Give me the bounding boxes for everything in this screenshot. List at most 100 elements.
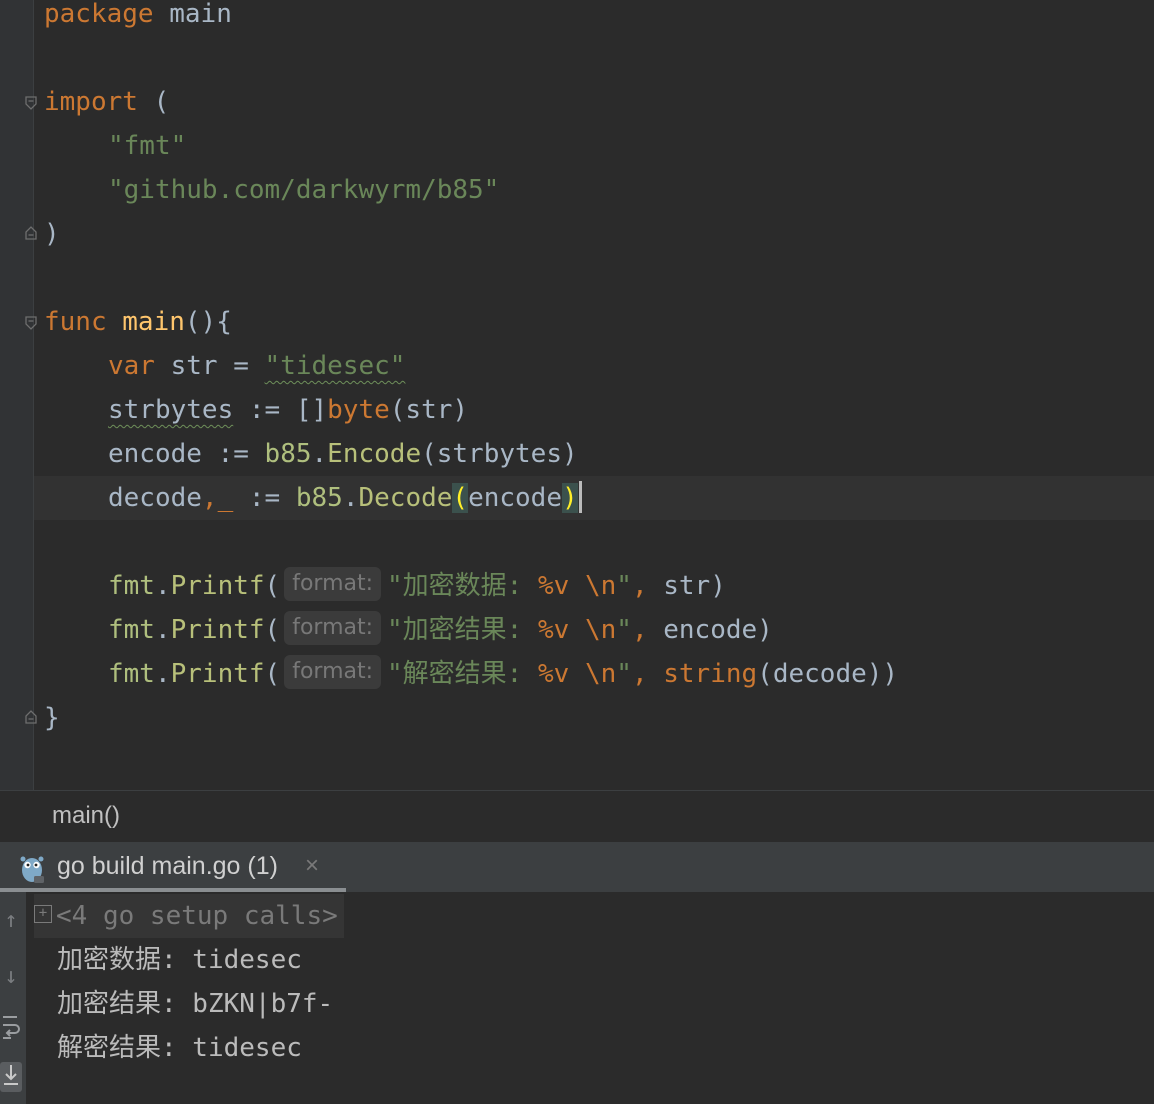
collapsed-setup-calls[interactable]: + <4 go setup calls> <box>34 894 344 938</box>
method-call: Decode <box>358 483 453 513</box>
parameter-hint: format: <box>284 610 382 645</box>
paren: ( <box>264 659 281 689</box>
arrow-down-icon[interactable]: ↓ <box>0 962 22 992</box>
expand-icon[interactable]: + <box>34 904 52 923</box>
parameter-hint: format: <box>284 566 382 601</box>
method-call: Encode <box>327 439 422 469</box>
dot: . <box>154 571 171 601</box>
package-name: fmt <box>108 571 155 601</box>
function-name: main <box>122 307 185 337</box>
escape-sequence: \n <box>584 615 617 645</box>
comma: , <box>631 659 648 689</box>
arguments: (decode)) <box>757 659 899 689</box>
run-console[interactable]: ↑ ↓ + <4 go setup calls> 加密数据: tidesec 加密… <box>0 892 1154 1104</box>
code-line-8: func main(){ <box>44 300 232 344</box>
string-literal: " <box>616 615 632 645</box>
format-verb: %v <box>538 615 570 645</box>
code-editor[interactable]: package main import ( "fmt" "github.com/… <box>0 0 1154 790</box>
string-literal: "github.com/darkwyrm/b85" <box>108 175 500 205</box>
paren: ( <box>264 571 281 601</box>
code-line-5: "github.com/darkwyrm/b85" <box>108 168 499 212</box>
arguments: (str) <box>389 395 469 425</box>
console-output-line: 解密结果: tidesec <box>57 1033 302 1063</box>
dot: . <box>154 659 171 689</box>
string-literal: "加密数据: <box>387 571 538 601</box>
keyword: func <box>44 307 107 337</box>
matched-paren: ) <box>561 483 578 513</box>
setup-calls-label: <4 go setup calls> <box>56 901 338 931</box>
method-call: Printf <box>170 571 265 601</box>
operator: := <box>201 439 265 469</box>
format-verb: %v <box>538 659 570 689</box>
identifier: str = <box>154 351 265 381</box>
dot: . <box>342 483 359 513</box>
matched-paren: ( <box>452 483 469 513</box>
dot: . <box>311 439 328 469</box>
code-line-16: fmt.Printf(format: "解密结果: %v \n", string(… <box>108 652 898 696</box>
operator: := <box>233 483 296 513</box>
scroll-to-end-icon[interactable] <box>0 1062 22 1092</box>
package-name: fmt <box>108 659 155 689</box>
arrow-up-icon[interactable]: ↑ <box>0 906 22 936</box>
code-line-1: package main <box>44 0 232 36</box>
punctuation: ( <box>137 87 170 117</box>
typo-string: "tidesec" <box>264 351 406 381</box>
comma: , <box>201 483 218 513</box>
fold-import-icon[interactable] <box>25 96 37 110</box>
variable: encode <box>108 439 202 469</box>
method-call: Printf <box>170 659 265 689</box>
run-tab-label[interactable]: go build main.go (1) <box>57 842 278 890</box>
package-name: fmt <box>108 615 155 645</box>
package-name: b85 <box>295 483 343 513</box>
code-line-11: encode := b85.Encode(strbytes) <box>108 432 578 476</box>
code-line-14: fmt.Printf(format: "加密数据: %v \n", str) <box>108 564 726 608</box>
console-toolbar: ↑ ↓ <box>0 892 26 1104</box>
identifier: main <box>153 0 232 29</box>
code-line-15: fmt.Printf(format: "加密结果: %v \n", encode) <box>108 608 773 652</box>
breadcrumb[interactable]: main() <box>0 790 1154 842</box>
string-literal <box>569 571 585 601</box>
punctuation: ) <box>44 219 60 249</box>
string-literal: " <box>616 659 632 689</box>
method-call: Printf <box>170 615 265 645</box>
punctuation: } <box>44 703 60 733</box>
argument: encode <box>468 483 562 513</box>
run-tool-window-tabs: go build main.go (1) × <box>0 842 1154 892</box>
comma: , <box>631 571 648 601</box>
package-name: b85 <box>264 439 312 469</box>
fold-func-icon[interactable] <box>25 316 37 330</box>
keyword: package <box>44 0 154 29</box>
run-tab[interactable]: go build main.go (1) × <box>0 842 346 892</box>
type-name: string <box>647 659 758 689</box>
text-caret <box>578 480 582 513</box>
console-output-line: 加密数据: tidesec <box>57 945 302 975</box>
editor-gutter <box>0 0 37 790</box>
code-line-6: ) <box>44 212 60 256</box>
code-line-4: "fmt" <box>108 124 186 168</box>
escape-sequence: \n <box>584 571 617 601</box>
code-line-3: import ( <box>44 80 169 124</box>
parameter-hint: format: <box>284 654 382 689</box>
operator: := [] <box>233 395 328 425</box>
blank-identifier: _ <box>217 483 234 513</box>
string-literal: "解密结果: <box>387 659 538 689</box>
close-icon[interactable]: × <box>305 842 319 890</box>
string-literal: "加密结果: <box>387 615 538 645</box>
breadcrumb-item[interactable]: main() <box>52 802 120 829</box>
escape-sequence: \n <box>584 659 617 689</box>
format-verb: %v <box>538 571 570 601</box>
code-line-12-current: decode,_ := b85.Decode(encode) <box>34 476 1154 520</box>
string-literal: "fmt" <box>108 131 187 161</box>
arguments: encode) <box>647 615 773 645</box>
paren: ( <box>264 615 281 645</box>
variable: strbytes <box>108 395 234 425</box>
soft-wrap-icon[interactable] <box>0 1014 22 1044</box>
arguments: (strbytes) <box>421 439 578 469</box>
string-literal <box>569 615 585 645</box>
string-literal: " <box>616 571 632 601</box>
keyword: import <box>44 87 138 117</box>
dot: . <box>154 615 171 645</box>
fold-import-end-icon[interactable] <box>25 226 37 240</box>
type-name: byte <box>327 395 390 425</box>
fold-func-end-icon[interactable] <box>25 710 37 724</box>
